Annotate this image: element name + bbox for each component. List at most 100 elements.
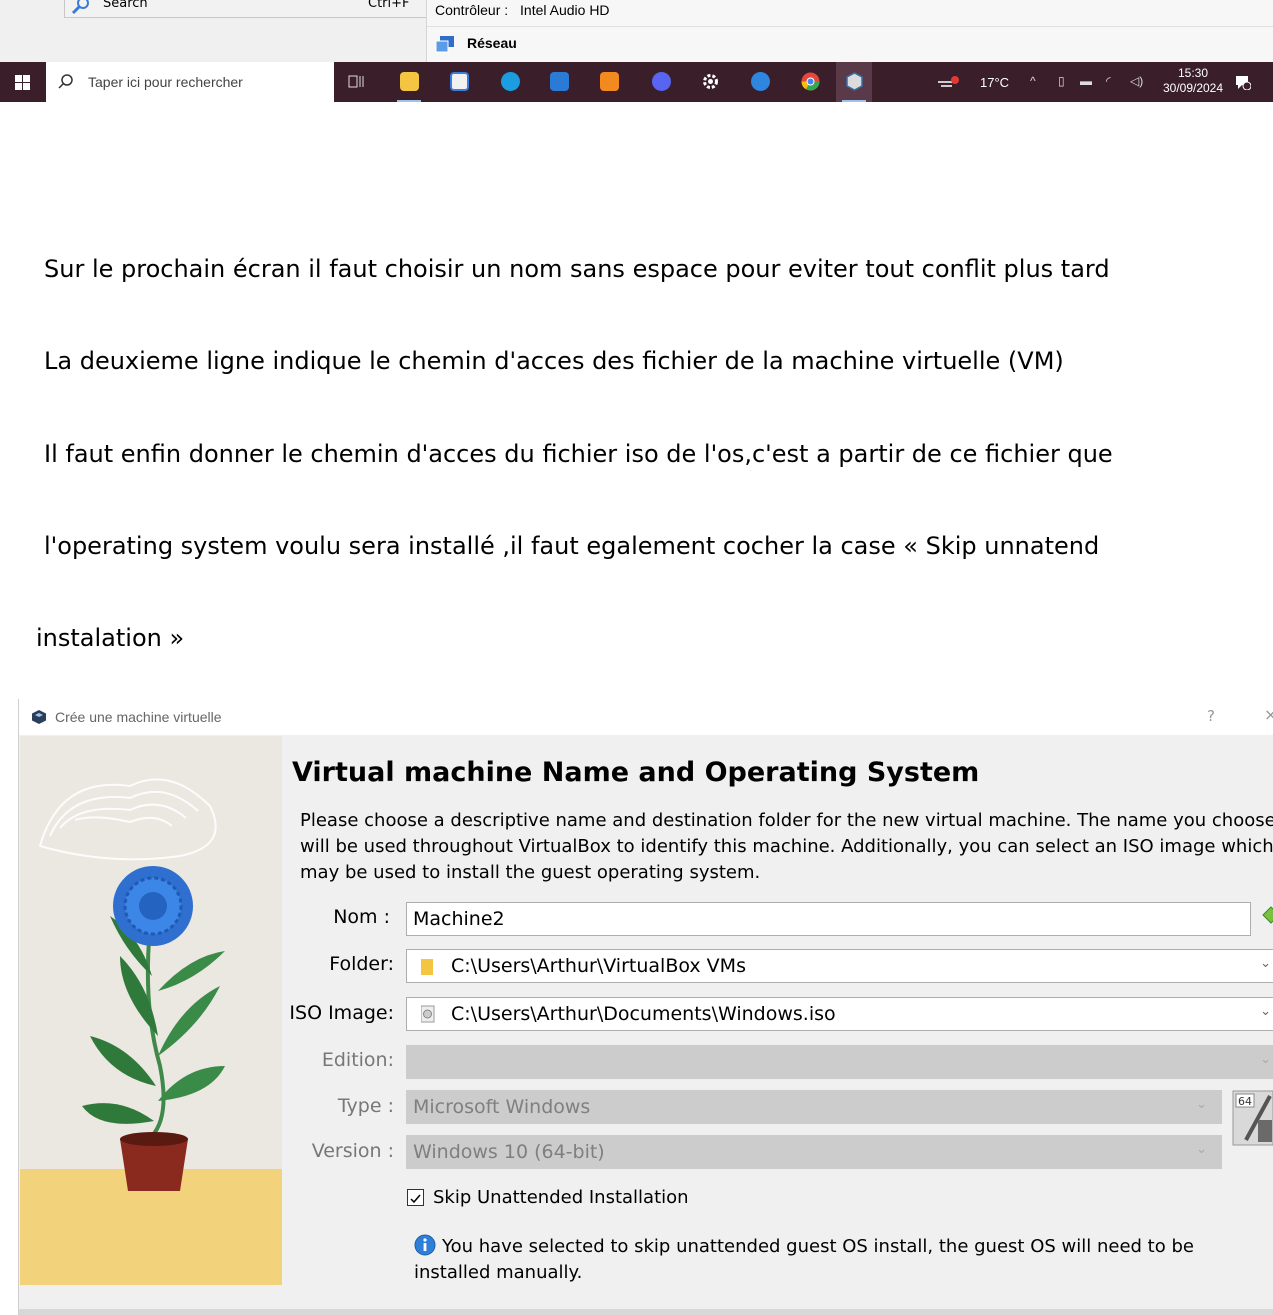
network-app-button[interactable] (742, 62, 778, 102)
version-value: Windows 10 (64-bit) (413, 1141, 605, 1163)
battery-icon[interactable]: ▬ (1080, 74, 1092, 88)
dialog-description: Please choose a descriptive name and des… (300, 810, 1273, 883)
dialog-footer-edge (19, 1309, 1273, 1315)
store-icon (450, 72, 469, 91)
doc-paragraph-1: Sur le prochain écran il faut choisir un… (44, 255, 1110, 283)
clock[interactable]: 15:30 30/09/2024 (1158, 66, 1228, 96)
chevron-down-icon: ⌄ (1260, 1052, 1271, 1067)
clock-time: 15:30 (1177, 66, 1209, 80)
weather-icon (938, 76, 959, 87)
skip-unattended-label: Skip Unattended Installation (433, 1187, 689, 1208)
version-select: Windows 10 (64-bit) ⌄ (406, 1135, 1222, 1169)
chevron-down-icon[interactable]: ⌄ (1260, 1004, 1271, 1019)
search-icon (58, 74, 73, 89)
valid-check-icon (1262, 906, 1273, 924)
controller-label: Contrôleur : (435, 2, 509, 18)
type-label: Type : (337, 1095, 394, 1117)
clock-date: 30/09/2024 (1162, 81, 1224, 95)
type-select: Microsoft Windows ⌄ (406, 1090, 1222, 1124)
help-button[interactable]: ? (1207, 707, 1215, 725)
folder-value: C:\Users\Arthur\VirtualBox VMs (451, 955, 746, 977)
active-indicator (842, 100, 866, 102)
notification-icon[interactable] (1235, 74, 1251, 90)
weather-widget[interactable]: 17°C (938, 62, 1018, 102)
wizard-illustration (20, 736, 282, 1285)
virtualbox-icon (32, 710, 46, 724)
search-placeholder: Taper ici pour rechercher (88, 74, 243, 90)
system-tray[interactable]: ^ ▯ ▬ ◜ ◁) (1030, 62, 1160, 102)
device-icon[interactable]: ▯ (1058, 74, 1065, 88)
checkmark-icon (410, 1194, 421, 1204)
doc-paragraph-4: l'operating system voulu sera installé ,… (44, 532, 1100, 560)
iso-image-select[interactable]: C:\Users\Arthur\Documents\Windows.iso ⌄ (406, 997, 1273, 1031)
close-button[interactable]: × (1264, 705, 1273, 724)
create-vm-dialog: Crée une machine virtuelle ? × Virtual m… (18, 699, 1273, 1315)
type-value: Microsoft Windows (413, 1096, 591, 1118)
chevron-up-icon[interactable]: ^ (1030, 74, 1036, 88)
controller-value: Intel Audio HD (520, 2, 610, 18)
folder-label: Folder: (329, 953, 394, 975)
store-button[interactable] (441, 62, 477, 102)
file-explorer-button[interactable] (391, 62, 427, 102)
info-icon (414, 1234, 436, 1256)
os-badge-64: 64 (1238, 1095, 1252, 1108)
folder-icon (400, 72, 419, 91)
nom-label: Nom : (333, 906, 390, 928)
info-message: You have selected to skip unattended gue… (414, 1234, 1273, 1286)
sublime-text-icon (600, 72, 619, 91)
edition-label: Edition: (321, 1049, 394, 1071)
name-input-value: Machine2 (413, 908, 505, 930)
edge-button[interactable] (492, 62, 528, 102)
search-menu-shortcut: Ctrl+F (368, 0, 410, 11)
disc-icon (421, 1005, 435, 1023)
discord-button[interactable] (643, 62, 679, 102)
sublime-button[interactable] (591, 62, 627, 102)
folder-select[interactable]: C:\Users\Arthur\VirtualBox VMs ⌄ (406, 949, 1273, 983)
virtualbox-icon (846, 72, 863, 91)
controller-row: Contrôleur : Intel Audio HD (435, 2, 618, 18)
task-view-icon (348, 75, 364, 88)
info-text: You have selected to skip unattended gue… (414, 1236, 1194, 1283)
chrome-button[interactable] (792, 62, 828, 102)
dialog-title: Crée une machine virtuelle (55, 709, 222, 725)
edition-select: ⌄ (406, 1045, 1273, 1079)
folder-icon (421, 959, 433, 975)
name-input[interactable]: Machine2 (406, 902, 1251, 936)
chevron-down-icon[interactable]: ⌄ (1260, 956, 1271, 971)
doc-paragraph-3: Il faut enfin donner le chemin d'acces d… (44, 440, 1113, 468)
windows-os-icon: 64 (1232, 1090, 1273, 1146)
doc-paragraph-5: instalation » (36, 624, 185, 652)
network-section[interactable]: Réseau (427, 26, 1273, 62)
task-view-button[interactable] (338, 62, 374, 102)
chevron-down-icon: ⌄ (1196, 1097, 1207, 1112)
version-label: Version : (311, 1140, 394, 1162)
discord-icon (652, 72, 671, 91)
volume-icon[interactable]: ◁) (1130, 74, 1143, 88)
details-panel: Contrôleur : Intel Audio HD Réseau (426, 0, 1273, 62)
mail-button[interactable] (541, 62, 577, 102)
dialog-title-bar[interactable]: Crée une machine virtuelle ? × (19, 699, 1273, 735)
taskbar: Taper ici pour rechercher 17°C ^ ▯ ▬ ◜ ◁… (0, 62, 1273, 102)
chrome-icon (801, 72, 820, 91)
edge-icon (501, 72, 520, 91)
network-label: Réseau (467, 35, 517, 51)
settings-button[interactable] (692, 62, 728, 102)
background-window: Search Ctrl+F Contrôleur : Intel Audio H… (0, 0, 1273, 62)
chevron-down-icon: ⌄ (1196, 1142, 1207, 1157)
taskbar-search-box[interactable]: Taper ici pour rechercher (46, 62, 334, 102)
search-icon (71, 0, 89, 15)
search-menu-item[interactable]: Search Ctrl+F (64, 0, 428, 18)
dialog-heading: Virtual machine Name and Operating Syste… (292, 757, 980, 788)
skip-unattended-checkbox[interactable] (407, 1189, 424, 1206)
gear-icon (703, 74, 718, 89)
virtualbox-button[interactable] (836, 62, 872, 102)
search-menu-label: Search (103, 0, 148, 11)
wifi-icon[interactable]: ◜ (1106, 74, 1111, 88)
globe-icon (751, 72, 770, 91)
start-button[interactable] (0, 62, 46, 102)
weather-temperature: 17°C (980, 75, 1010, 90)
mail-icon (550, 72, 569, 91)
network-icon (435, 36, 454, 53)
windows-logo-icon (15, 75, 30, 90)
iso-value: C:\Users\Arthur\Documents\Windows.iso (451, 1003, 836, 1025)
